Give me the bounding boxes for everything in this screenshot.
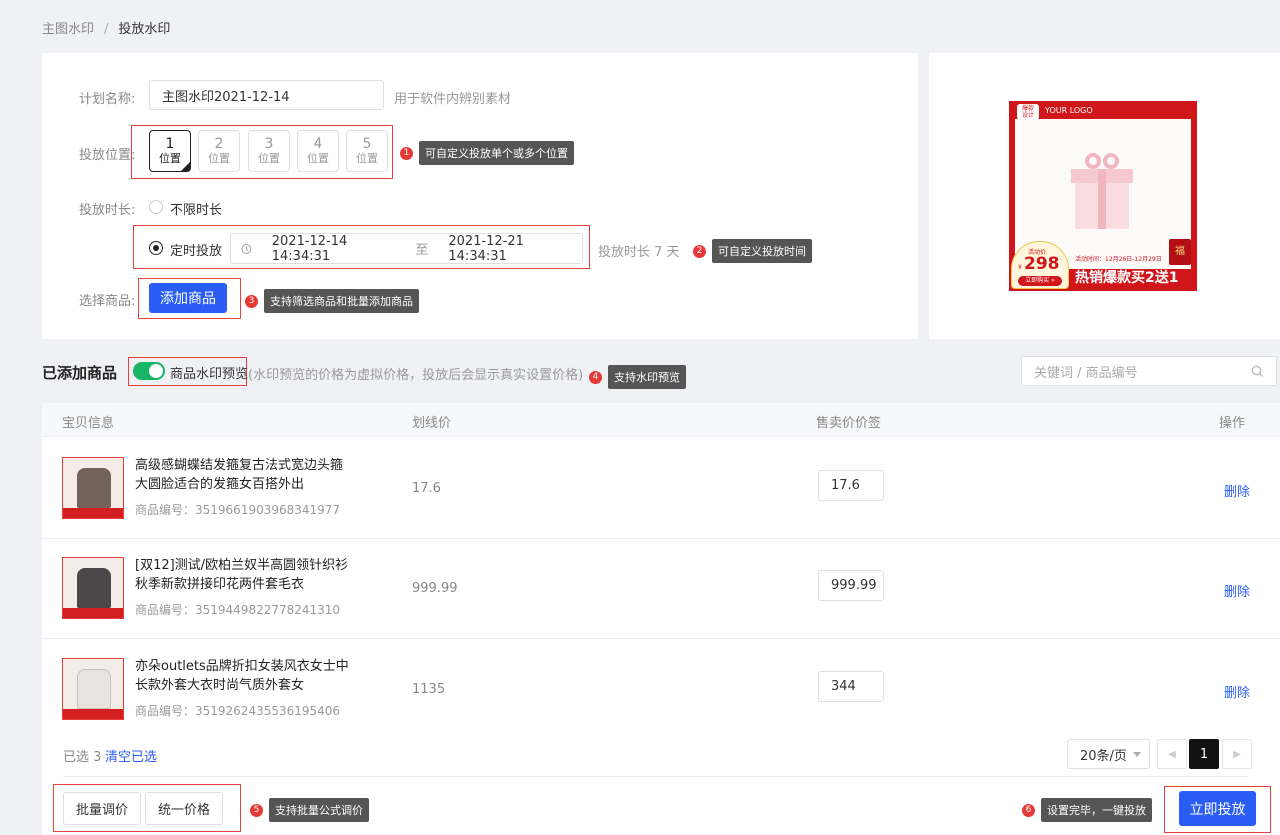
promo-price: 298 bbox=[1024, 254, 1060, 274]
add-goods-button[interactable]: 添加商品 bbox=[149, 283, 227, 313]
logo-text: YOUR LOGO bbox=[1045, 106, 1093, 115]
promo-time: 活动时间：12月26日-12月29日 bbox=[1075, 256, 1162, 263]
delete-link[interactable]: 删除 bbox=[1224, 682, 1250, 701]
position-label: 投放位置: bbox=[79, 148, 136, 163]
page-1-button[interactable]: 1 bbox=[1189, 739, 1219, 769]
breadcrumb-separator: / bbox=[104, 22, 109, 37]
product-code: 商品编号：3519661903968341977 bbox=[135, 503, 341, 517]
tip-2: 2 可自定义投放时间 bbox=[693, 239, 812, 263]
prev-page-button[interactable]: ◀ bbox=[1157, 739, 1187, 769]
col-strike-price: 划线价 bbox=[412, 416, 452, 431]
launch-button[interactable]: 立即投放 bbox=[1179, 791, 1256, 826]
strike-price: 999.99 bbox=[412, 581, 458, 596]
scheduled-label[interactable]: 定时投放 bbox=[170, 240, 222, 259]
col-sale-price: 售卖价价签 bbox=[816, 416, 882, 431]
col-goods-info: 宝贝信息 bbox=[62, 416, 115, 431]
search-input[interactable]: 关键词 / 商品编号 bbox=[1021, 356, 1277, 386]
chevron-right-icon: ▶ bbox=[1233, 748, 1241, 760]
product-thumbnail bbox=[62, 658, 124, 720]
product-code: 商品编号：3519449822778241310 bbox=[135, 603, 341, 617]
unlimited-label[interactable]: 不限时长 bbox=[170, 199, 222, 218]
footer-divider bbox=[63, 776, 1248, 777]
tip-4: 4 支持水印预览 bbox=[589, 365, 686, 389]
position-option-5[interactable]: 5 位置 bbox=[346, 130, 388, 172]
added-goods-title: 已添加商品 bbox=[42, 364, 118, 382]
product-name[interactable]: 亦朵outlets品牌折扣女装风衣女士中长款外套大衣时尚气质外套女 bbox=[135, 657, 355, 695]
table-header: 宝贝信息 划线价 售卖价价签 操作 bbox=[42, 403, 1280, 437]
start-time: 2021-12-14 14:34:31 bbox=[271, 233, 348, 264]
watermark-preview-panel: 爆款 设计 YOUR LOGO 福 活动价 ¥ 298 立即购买 » 活动时间：… bbox=[929, 53, 1280, 339]
gift-box-image bbox=[1067, 149, 1137, 229]
price-input[interactable]: 344 bbox=[818, 671, 884, 702]
end-time: 2021-12-21 14:34:31 bbox=[448, 233, 524, 264]
goods-table: 宝贝信息 划线价 售卖价价签 操作 高级感蝴蝶结发箍复古法式宽边头箍大圆脸适合的… bbox=[42, 403, 1280, 730]
clear-selected-link[interactable]: 清空已选 bbox=[105, 746, 157, 765]
date-range-picker[interactable]: 2021-12-14 14:34:31 至 2021-12-21 14:34:3… bbox=[230, 233, 583, 264]
toggle-note: (水印预览的价格为虚拟价格，投放后会显示真实设置价格) bbox=[248, 368, 584, 383]
radio-unlimited[interactable] bbox=[149, 200, 163, 214]
plan-name-input[interactable]: 主图水印2021-12-14 bbox=[149, 80, 384, 110]
product-code: 商品编号：3519262435536195406 bbox=[135, 704, 341, 718]
buy-now-badge: 立即购买 » bbox=[1018, 276, 1062, 286]
product-name[interactable]: [双12]测试/欧柏兰奴半高圆领针织衫秋季新款拼接印花两件套毛衣 bbox=[135, 556, 355, 594]
table-row: 高级感蝴蝶结发箍复古法式宽边头箍大圆脸适合的发箍女百搭外出 商品编号：35196… bbox=[42, 438, 1280, 539]
footer-bar: 已选 3 清空已选 20条/页 ◀ 1 ▶ 批量调价 统一价格 5 支持批量公式调… bbox=[42, 730, 1280, 835]
position-option-1[interactable]: 1 位置 bbox=[149, 130, 191, 172]
price-input[interactable]: 999.99 bbox=[818, 570, 884, 601]
search-icon[interactable] bbox=[1251, 365, 1264, 378]
select-goods-label: 选择商品: bbox=[79, 294, 136, 309]
product-thumbnail bbox=[62, 457, 124, 519]
selected-count: 已选 3 bbox=[63, 750, 102, 765]
tip-3: 3 支持筛选商品和批量添加商品 bbox=[245, 289, 419, 313]
strike-price: 17.6 bbox=[412, 481, 441, 496]
breadcrumb: 主图水印 / 投放水印 bbox=[42, 18, 170, 37]
plan-name-hint: 用于软件内辨别素材 bbox=[394, 92, 512, 107]
position-option-2[interactable]: 2 位置 bbox=[198, 130, 240, 172]
position-option-3[interactable]: 3 位置 bbox=[248, 130, 290, 172]
promo-currency: ¥ bbox=[1018, 264, 1022, 271]
search-placeholder: 关键词 / 商品编号 bbox=[1034, 365, 1138, 381]
duration-hint: 投放时长 7 天 bbox=[598, 245, 680, 260]
page-size-value: 20条/页 bbox=[1080, 748, 1127, 764]
strike-price: 1135 bbox=[412, 682, 446, 697]
delete-link[interactable]: 删除 bbox=[1224, 481, 1250, 500]
clock-icon bbox=[241, 243, 252, 254]
table-row: 亦朵outlets品牌折扣女装风衣女士中长款外套大衣时尚气质外套女 商品编号：3… bbox=[42, 639, 1280, 740]
page-size-select[interactable]: 20条/页 bbox=[1067, 739, 1150, 769]
plan-form-panel: 计划名称: 主图水印2021-12-14 用于软件内辨别素材 投放位置: 1 位置… bbox=[42, 53, 918, 339]
table-row: [双12]测试/欧柏兰奴半高圆领针织衫秋季新款拼接印花两件套毛衣 商品编号：35… bbox=[42, 538, 1280, 639]
promo-slogan: 热销爆款买2送1 bbox=[1075, 270, 1179, 286]
fu-envelope: 福 bbox=[1169, 239, 1191, 265]
tip-1: 1 可自定义投放单个或多个位置 bbox=[400, 141, 574, 165]
radio-scheduled[interactable] bbox=[149, 241, 163, 255]
breadcrumb-parent[interactable]: 主图水印 bbox=[42, 22, 94, 37]
product-thumbnail bbox=[62, 557, 124, 619]
unify-price-button[interactable]: 统一价格 bbox=[145, 792, 223, 825]
tip-5: 5 支持批量公式调价 bbox=[250, 798, 369, 822]
chevron-left-icon: ◀ bbox=[1168, 748, 1176, 760]
watermark-preview-toggle[interactable] bbox=[133, 362, 165, 380]
batch-adjust-button[interactable]: 批量调价 bbox=[63, 792, 141, 825]
chevron-down-icon bbox=[1133, 751, 1141, 757]
plan-name-label: 计划名称: bbox=[79, 92, 136, 107]
breadcrumb-current: 投放水印 bbox=[118, 22, 171, 37]
price-badge: 活动价 ¥ 298 立即购买 » bbox=[1011, 241, 1069, 289]
delete-link[interactable]: 删除 bbox=[1224, 581, 1250, 600]
toggle-label: 商品水印预览 bbox=[170, 367, 249, 382]
tip-6: 6 设置完毕，一键投放 bbox=[1022, 798, 1152, 822]
position-option-4[interactable]: 4 位置 bbox=[297, 130, 339, 172]
watermark-preview-image: 爆款 设计 YOUR LOGO 福 活动价 ¥ 298 立即购买 » 活动时间：… bbox=[1009, 101, 1197, 291]
col-action: 操作 bbox=[1219, 416, 1246, 431]
range-separator: 至 bbox=[415, 243, 429, 258]
duration-label: 投放时长: bbox=[79, 203, 136, 218]
product-name[interactable]: 高级感蝴蝶结发箍复古法式宽边头箍大圆脸适合的发箍女百搭外出 bbox=[135, 456, 355, 494]
next-page-button[interactable]: ▶ bbox=[1222, 739, 1252, 769]
logo-badge: 爆款 设计 bbox=[1017, 104, 1039, 120]
price-input[interactable]: 17.6 bbox=[818, 470, 884, 501]
